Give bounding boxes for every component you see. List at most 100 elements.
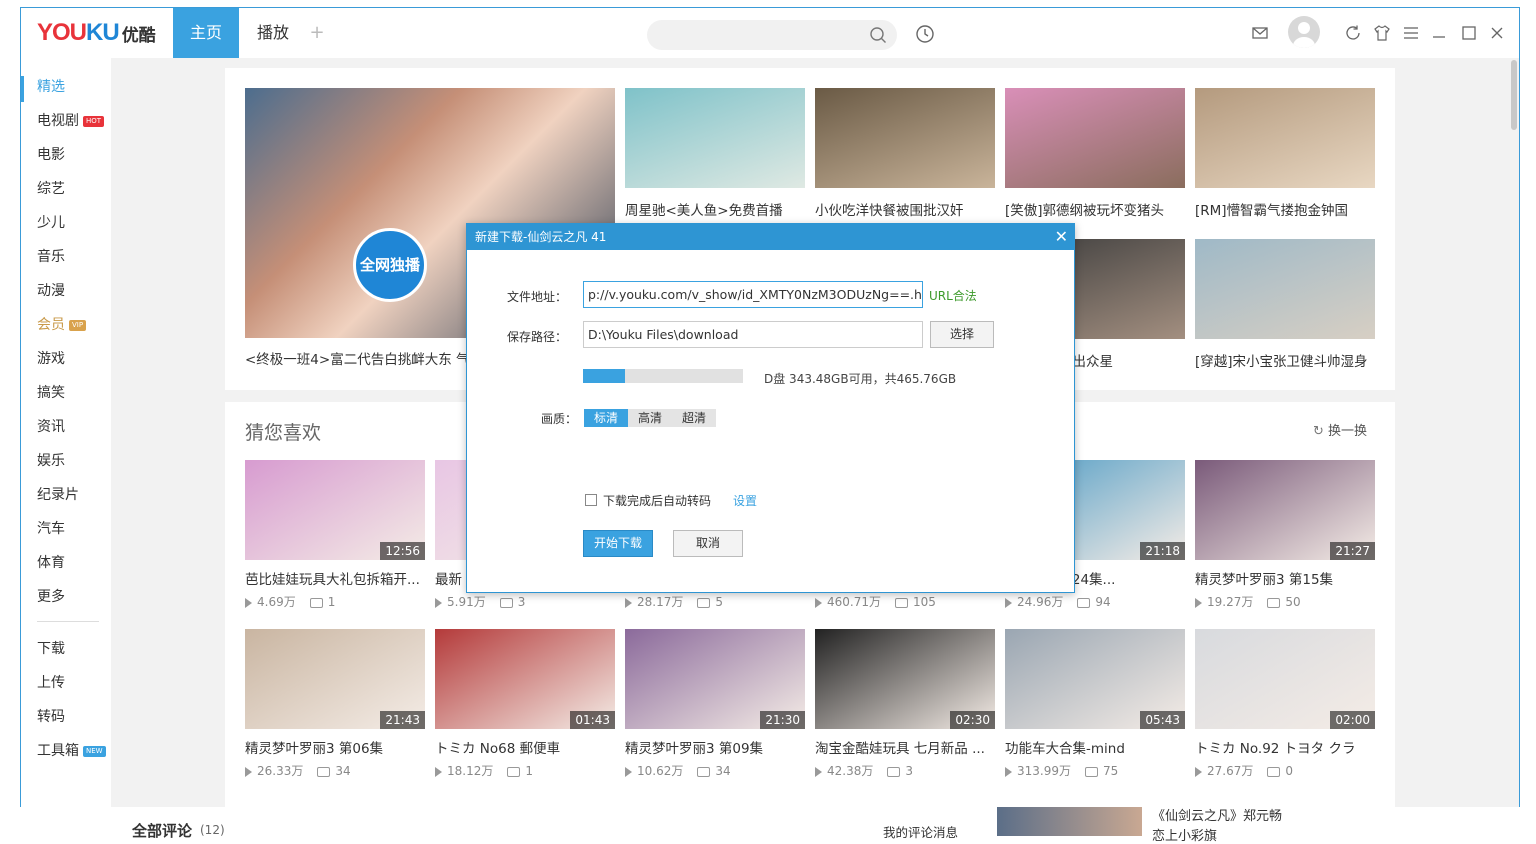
video-caption[interactable]: 淘宝金酷娃玩具 七月新品 ... xyxy=(815,737,997,757)
my-comments-link[interactable]: 我的评论消息 xyxy=(883,822,958,841)
play-count: 24.96万 xyxy=(1017,595,1064,609)
video-caption[interactable]: 精灵梦叶罗丽3 第09集 xyxy=(625,737,807,757)
video-thumbnail[interactable]: 01:43 xyxy=(435,629,615,729)
video-caption[interactable]: 芭比娃娃玩具大礼包拆箱开... xyxy=(245,568,427,588)
sidebar-item-label: 汽车 xyxy=(37,521,65,537)
save-path-input[interactable]: D:\Youku Files\download xyxy=(583,321,923,348)
video-thumbnail[interactable]: 12:56 xyxy=(245,460,425,560)
sidebar-item[interactable]: 资讯 xyxy=(37,415,65,439)
search-input[interactable] xyxy=(647,20,897,50)
video-caption[interactable]: 精灵梦叶罗丽3 第15集 xyxy=(1195,568,1377,588)
sidebar-item[interactable]: 上传 xyxy=(37,671,65,695)
video-caption[interactable]: 功能车大合集-mind xyxy=(1005,737,1187,757)
tab-play[interactable]: 播放 xyxy=(245,8,301,58)
comment-icon xyxy=(895,597,908,608)
maximize-icon[interactable] xyxy=(1460,24,1478,42)
featured-caption[interactable]: 小伙吃洋快餐被围批汉奸 xyxy=(815,199,995,219)
sidebar-item[interactable]: 下载 xyxy=(37,637,65,661)
dialog-close-icon[interactable]: ✕ xyxy=(1055,224,1068,250)
sidebar-item[interactable]: 转码 xyxy=(37,705,65,729)
video-thumbnail[interactable]: 21:27 xyxy=(1195,460,1375,560)
sidebar-item[interactable]: 娱乐 xyxy=(37,449,65,473)
related-thumbnail[interactable] xyxy=(997,807,1142,836)
sidebar-item[interactable]: 少儿 xyxy=(37,211,65,235)
video-stats: 313.99万 75 xyxy=(1005,762,1118,779)
settings-link[interactable]: 设置 xyxy=(733,492,757,509)
featured-caption[interactable]: [穿越]宋小宝张卫健斗帅湿身 xyxy=(1195,350,1375,370)
add-tab-button[interactable]: + xyxy=(305,8,329,58)
featured-thumbnail[interactable] xyxy=(815,88,995,188)
url-input[interactable]: p://v.youku.com/v_show/id_XMTY0NzM3ODUzN… xyxy=(583,281,923,308)
sidebar-item[interactable]: 综艺 xyxy=(37,177,65,201)
play-count: 10.62万 xyxy=(637,764,684,778)
sidebar-item[interactable]: 汽车 xyxy=(37,517,65,541)
refresh-icon[interactable] xyxy=(1344,24,1362,42)
sidebar-item[interactable]: 体育 xyxy=(37,551,65,575)
youku-logo[interactable]: YOUKU 优酷 xyxy=(37,19,156,46)
scrollbar-thumb[interactable] xyxy=(1511,60,1517,130)
sidebar-item-label: 资讯 xyxy=(37,419,65,435)
sidebar-item[interactable]: 会员 VIP xyxy=(37,313,87,337)
start-download-button[interactable]: 开始下载 xyxy=(583,530,653,557)
sidebar-item[interactable]: 纪录片 xyxy=(37,483,79,507)
video-caption[interactable]: トミカ No.92 トヨタ クラ xyxy=(1195,737,1377,757)
featured-caption[interactable]: 周星驰<美人鱼>免费首播 xyxy=(625,199,805,219)
menu-icon[interactable] xyxy=(1402,24,1420,42)
minimize-icon[interactable] xyxy=(1430,24,1448,42)
sidebar-item[interactable]: 电影 xyxy=(37,143,65,167)
search-icon[interactable] xyxy=(869,26,887,44)
mail-icon[interactable] xyxy=(1251,24,1269,42)
featured-thumbnail[interactable] xyxy=(1195,239,1375,339)
video-thumbnail[interactable]: 21:30 xyxy=(625,629,805,729)
close-icon[interactable] xyxy=(1488,24,1506,42)
dialog-title: 新建下载-仙剑云之凡 41 xyxy=(475,230,607,244)
avatar[interactable] xyxy=(1288,16,1320,48)
choose-path-button[interactable]: 选择 xyxy=(930,321,994,348)
featured-thumbnail[interactable] xyxy=(625,88,805,188)
skin-icon[interactable] xyxy=(1373,24,1391,42)
comments-title: 全部评论 xyxy=(132,822,193,840)
video-caption[interactable]: 精灵梦叶罗丽3 第06集 xyxy=(245,737,427,757)
quality-uhd-button[interactable]: 超清 xyxy=(672,409,716,427)
sidebar-item[interactable]: 工具箱 NEW xyxy=(37,739,106,763)
sidebar-item[interactable]: 游戏 xyxy=(37,347,65,371)
sidebar-item-label: 体育 xyxy=(37,555,65,571)
scrollbar[interactable] xyxy=(1509,58,1519,748)
video-stats: 19.27万 50 xyxy=(1195,593,1301,610)
sidebar-item[interactable]: 动漫 xyxy=(37,279,65,303)
sidebar-item[interactable]: 更多 xyxy=(37,585,65,609)
quality-hd-button[interactable]: 高清 xyxy=(628,409,672,427)
refresh-button[interactable]: ↻ 换一换 xyxy=(1313,420,1367,439)
video-thumbnail[interactable]: 02:00 xyxy=(1195,629,1375,729)
play-count: 5.91万 xyxy=(447,595,486,609)
logo-latin: YOUKU xyxy=(37,19,120,46)
comment-icon xyxy=(697,766,711,777)
video-thumbnail[interactable]: 05:43 xyxy=(1005,629,1185,729)
duration-badge: 21:27 xyxy=(1330,542,1375,560)
auto-convert-checkbox[interactable] xyxy=(585,494,597,506)
sidebar-item[interactable]: 电视剧 HOT xyxy=(37,109,105,133)
comment-icon xyxy=(1267,766,1281,777)
duration-badge: 21:43 xyxy=(380,711,425,729)
sidebar-item[interactable]: 精选 xyxy=(37,75,65,99)
sidebar-item-label: 音乐 xyxy=(37,249,65,265)
quality-sd-button[interactable]: 标清 xyxy=(584,409,628,427)
play-count: 42.38万 xyxy=(827,764,874,778)
sidebar-item[interactable]: 音乐 xyxy=(37,245,65,269)
sidebar-item[interactable]: 搞笑 xyxy=(37,381,65,405)
cancel-button[interactable]: 取消 xyxy=(673,530,743,557)
featured-caption[interactable]: [RM]懵智霸气搂抱金钟国 xyxy=(1195,199,1375,219)
featured-thumbnail[interactable] xyxy=(1195,88,1375,188)
video-thumbnail[interactable]: 21:43 xyxy=(245,629,425,729)
related-title[interactable]: 《仙剑云之凡》郑元畅 xyxy=(1152,805,1282,824)
comment-icon xyxy=(887,766,901,777)
video-thumbnail[interactable]: 02:30 xyxy=(815,629,995,729)
sidebar-divider xyxy=(37,621,99,622)
history-icon[interactable] xyxy=(915,24,935,44)
featured-thumbnail[interactable] xyxy=(1005,88,1185,188)
featured-main-caption[interactable]: <终极一班4>富二代告白挑衅大东 气 xyxy=(245,348,475,368)
featured-caption[interactable]: [笑傲]郭德纲被玩坏变猪头 xyxy=(1005,199,1185,219)
video-caption[interactable]: トミカ No68 郵便車 xyxy=(435,737,617,757)
comment-count: 1 xyxy=(525,764,533,778)
tab-home[interactable]: 主页 xyxy=(173,8,239,58)
